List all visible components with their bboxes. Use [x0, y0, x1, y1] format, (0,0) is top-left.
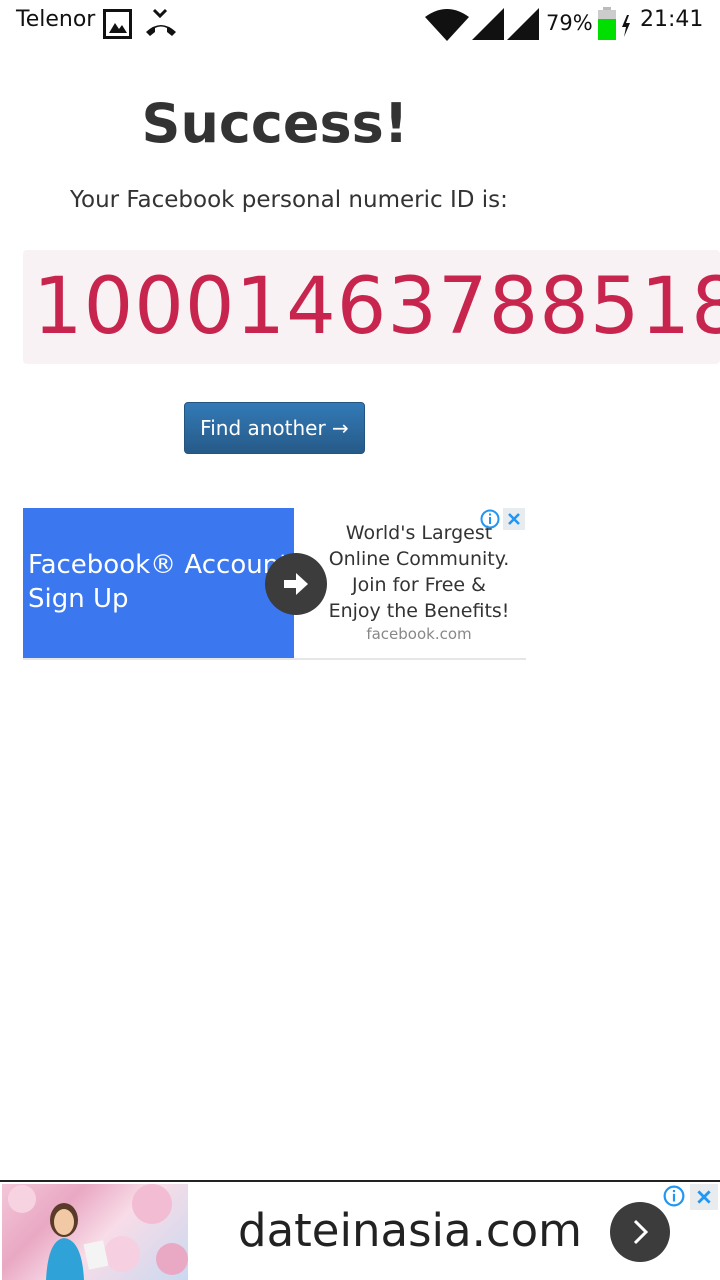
ad-banner[interactable]: Facebook® Account Sign Up World's Larges…: [23, 508, 526, 660]
close-icon[interactable]: [690, 1184, 718, 1210]
ad-domain-text[interactable]: dateinasia.com: [238, 1204, 582, 1257]
ad-photo[interactable]: [2, 1184, 188, 1280]
info-icon[interactable]: [479, 508, 501, 530]
close-icon[interactable]: [503, 508, 525, 530]
ad-headline[interactable]: Facebook® Account Sign Up: [28, 548, 294, 616]
clock: 21:41: [640, 7, 704, 32]
find-another-button[interactable]: Find another →: [184, 402, 365, 454]
wifi-icon: [424, 9, 470, 45]
ad-url[interactable]: facebook.com: [323, 625, 515, 643]
status-bar: Telenor 79% 21:41: [0, 0, 720, 48]
carrier-name: Telenor: [16, 7, 96, 32]
signal-icon: [507, 8, 539, 44]
battery-charging-icon: [597, 7, 633, 45]
id-label: Your Facebook personal numeric ID is:: [70, 187, 508, 213]
battery-percentage: 79%: [546, 11, 593, 35]
chevron-right-icon[interactable]: [610, 1202, 670, 1262]
page-title: Success!: [141, 92, 409, 155]
arrow-right-icon[interactable]: [265, 553, 327, 615]
bottom-ad-banner[interactable]: dateinasia.com: [0, 1180, 720, 1280]
info-icon[interactable]: [662, 1184, 686, 1208]
signal-icon: [472, 8, 504, 44]
ad-headline-panel[interactable]: Facebook® Account Sign Up: [23, 508, 294, 658]
id-box: 100014637885187: [23, 250, 720, 364]
facebook-id-value[interactable]: 100014637885187: [33, 262, 720, 352]
image-icon: [103, 8, 133, 44]
ad-body-text[interactable]: World's Largest Online Community. Join f…: [323, 520, 515, 624]
missed-call-icon: [144, 8, 178, 42]
